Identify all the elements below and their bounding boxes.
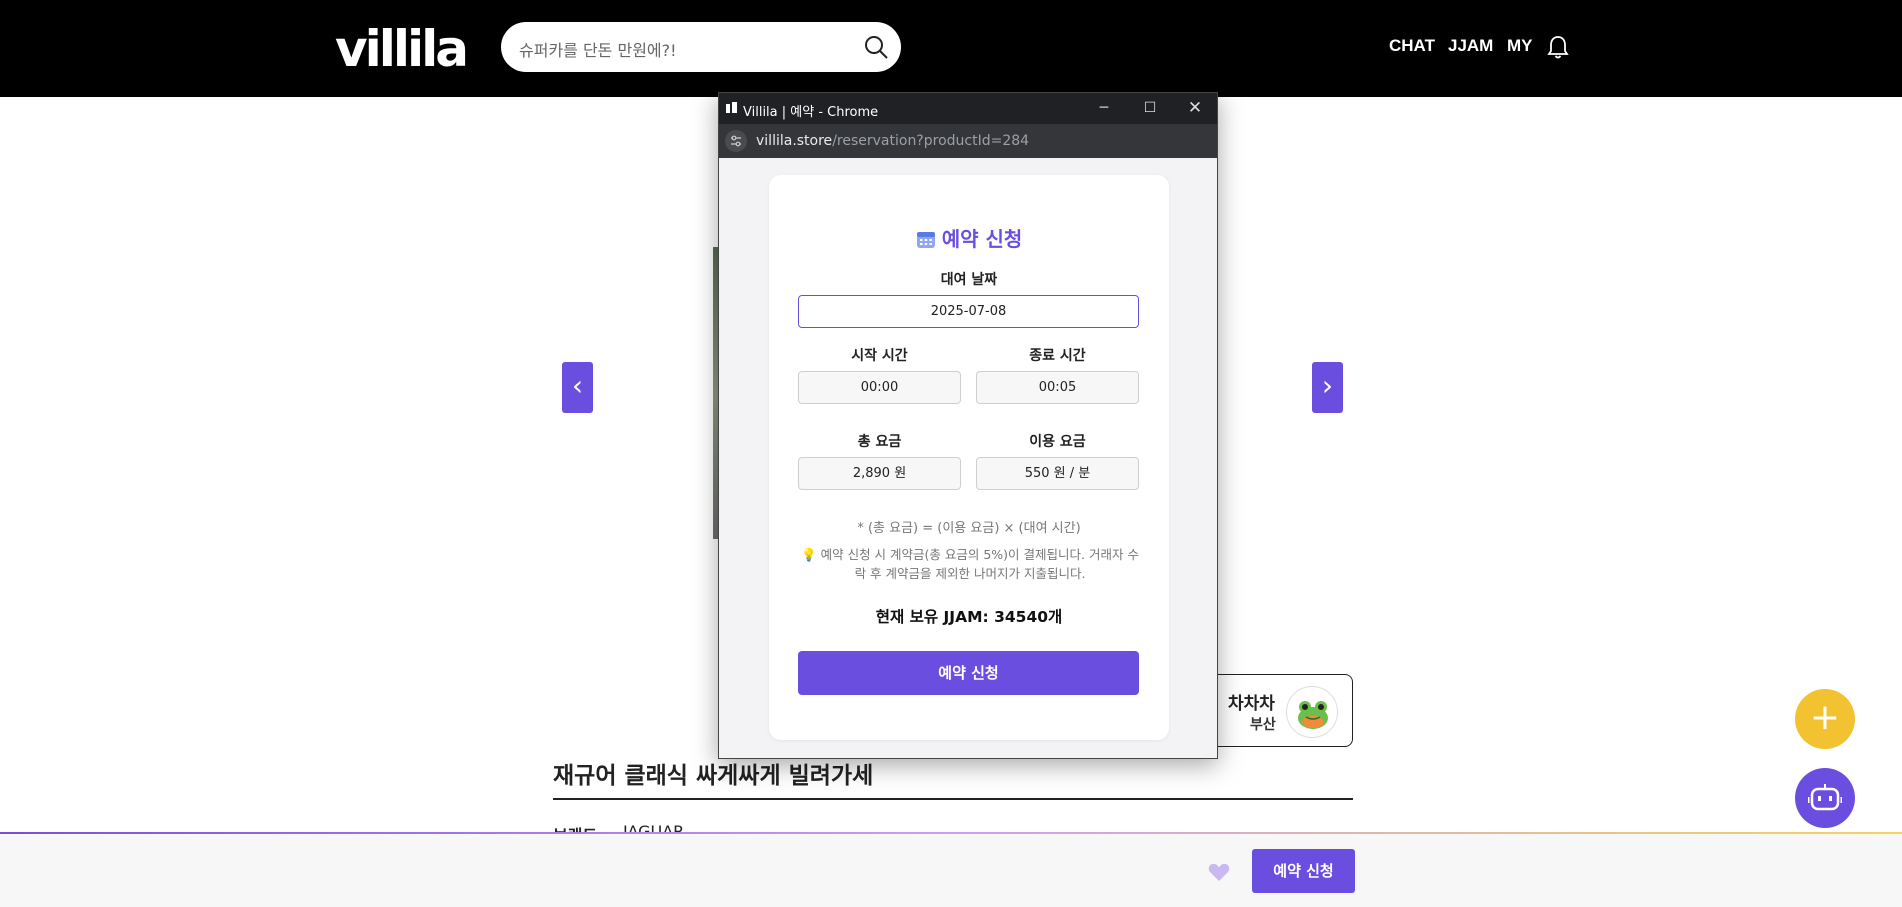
site-settings-icon[interactable] bbox=[725, 130, 747, 152]
search-icon[interactable] bbox=[863, 34, 889, 60]
calendar-icon bbox=[916, 232, 935, 248]
address-bar[interactable]: villila.store/reservation?productId=284 bbox=[719, 124, 1217, 158]
heading-text: 예약 신청 bbox=[941, 227, 1023, 251]
nav-my[interactable]: MY bbox=[1507, 36, 1533, 56]
minimize-button[interactable]: ─ bbox=[1093, 97, 1115, 119]
url-path: /reservation?productId=284 bbox=[832, 133, 1030, 149]
carousel-prev-button[interactable]: ‹ bbox=[562, 362, 593, 413]
end-time-label: 종료 시간 bbox=[1029, 348, 1086, 364]
product-title: 재규어 클래식 싸게싸게 빌려가세 bbox=[553, 763, 874, 789]
window-titlebar[interactable]: Villila | 예약 - Chrome ─ ☐ ✕ bbox=[719, 93, 1217, 124]
url-host: villila.store bbox=[756, 133, 833, 149]
nav-chat[interactable]: CHAT bbox=[1389, 36, 1435, 56]
heart-icon[interactable] bbox=[1207, 861, 1231, 883]
total-fee-field: 2,890 원 bbox=[798, 457, 961, 490]
robot-icon bbox=[1808, 784, 1842, 811]
rate-field: 550 원 / 분 bbox=[976, 457, 1139, 490]
owner-location: 부산 bbox=[1250, 717, 1276, 733]
deposit-notice-text: 예약 신청 시 계약금(총 요금의 5%)이 결제됩니다. 거래자 수락 후 계… bbox=[820, 547, 1139, 581]
maximize-button[interactable]: ☐ bbox=[1139, 97, 1161, 119]
divider bbox=[0, 832, 1902, 834]
date-field[interactable]: 2025-07-08 bbox=[798, 295, 1139, 328]
nav-jjam[interactable]: JJAM bbox=[1448, 36, 1493, 56]
search-input[interactable]: 슈퍼카를 단돈 만원에?! bbox=[519, 37, 677, 61]
fee-formula-text: * (총 요금) = (이용 요금) × (대여 시간) bbox=[857, 521, 1081, 536]
date-label: 대여 날짜 bbox=[940, 272, 998, 288]
reservation-popup-window: Villila | 예약 - Chrome ─ ☐ ✕ villila.stor… bbox=[718, 92, 1218, 759]
reserve-button[interactable]: 예약 신청 bbox=[1252, 849, 1355, 893]
divider bbox=[553, 798, 1353, 800]
owner-name: 차차차 bbox=[1228, 694, 1275, 714]
submit-reservation-button[interactable]: 예약 신청 bbox=[798, 651, 1139, 695]
owner-card[interactable]: 차차차 부산 bbox=[1210, 674, 1353, 747]
reservation-form-card: 예약 신청 대여 날짜 2025-07-08 시작 시간 종료 시간 00:00… bbox=[769, 175, 1169, 740]
end-time-field[interactable]: 00:05 bbox=[976, 371, 1139, 404]
rate-label: 이용 요금 bbox=[1029, 434, 1086, 450]
site-favicon-icon bbox=[726, 102, 737, 113]
carousel-next-button[interactable]: › bbox=[1312, 362, 1343, 413]
logo[interactable]: villila bbox=[335, 22, 469, 76]
url-text[interactable]: villila.store/reservation?productId=284 bbox=[756, 133, 1029, 149]
top-header: villila 슈퍼카를 단돈 만원에?! CHAT JJAM MY bbox=[0, 0, 1902, 97]
chatbot-button[interactable] bbox=[1795, 768, 1855, 828]
start-time-label: 시작 시간 bbox=[851, 348, 908, 364]
avatar[interactable] bbox=[1286, 686, 1338, 738]
search-bar[interactable]: 슈퍼카를 단돈 만원에?! bbox=[501, 22, 901, 72]
bottom-action-bar: 예약 신청 bbox=[0, 832, 1902, 907]
frog-avatar-icon bbox=[1298, 701, 1328, 729]
add-button[interactable]: + bbox=[1795, 689, 1855, 749]
lightbulb-icon: 💡 bbox=[801, 547, 817, 562]
page-title: 예약 신청 bbox=[769, 223, 1169, 252]
jjam-balance: 현재 보유 JJAM: 34540개 bbox=[875, 608, 1063, 626]
total-fee-label: 총 요금 bbox=[857, 434, 902, 450]
close-button[interactable]: ✕ bbox=[1184, 97, 1206, 119]
window-title: Villila | 예약 - Chrome bbox=[743, 105, 879, 120]
bell-icon[interactable] bbox=[1546, 34, 1570, 60]
start-time-field[interactable]: 00:00 bbox=[798, 371, 961, 404]
deposit-notice: 💡 예약 신청 시 계약금(총 요금의 5%)이 결제됩니다. 거래자 수락 후… bbox=[801, 545, 1139, 583]
